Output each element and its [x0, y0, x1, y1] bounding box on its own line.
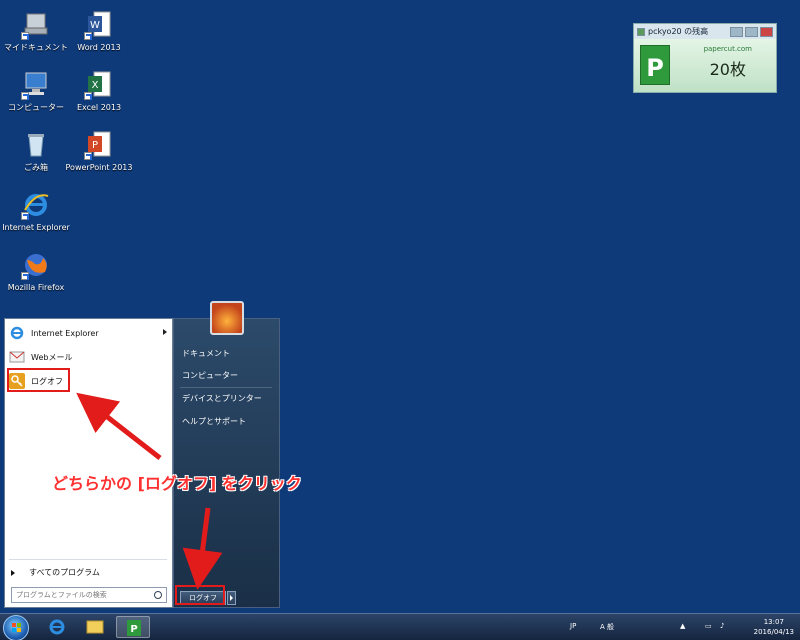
start-button[interactable] — [3, 615, 29, 640]
arrow-to-logoff-item — [76, 392, 162, 460]
network-icon[interactable]: ▭ — [705, 622, 712, 630]
windows-logo-icon — [12, 623, 21, 632]
svg-text:P: P — [130, 624, 137, 635]
instruction-annotation: どちらかの [ログオフ] をクリック — [52, 474, 302, 493]
taskbar-explorer-button[interactable] — [78, 616, 112, 638]
folder-icon — [86, 620, 104, 634]
volume-icon[interactable]: ♪ — [720, 622, 724, 630]
taskbar-ie-button[interactable] — [40, 616, 74, 638]
annotation-arrows — [76, 392, 223, 590]
clock-date: 2016/04/13 — [753, 628, 794, 636]
system-clock[interactable]: 13:07 2016/04/13 — [754, 617, 794, 637]
language-indicator[interactable]: JP — [570, 622, 576, 630]
internet-explorer-icon — [49, 619, 65, 635]
tray-expand-icon[interactable]: ▲ — [680, 622, 685, 630]
arrow-to-logoff-button — [182, 507, 223, 590]
taskbar-papercut-button[interactable]: P — [116, 616, 150, 638]
ime-mode-indicator[interactable]: A 般 — [600, 622, 614, 632]
clock-time: 13:07 — [763, 618, 784, 626]
papercut-icon: P — [127, 620, 141, 636]
taskbar: P JP A 般 ▲ ▭ ♪ 13:07 2016/04/13 — [0, 613, 800, 640]
